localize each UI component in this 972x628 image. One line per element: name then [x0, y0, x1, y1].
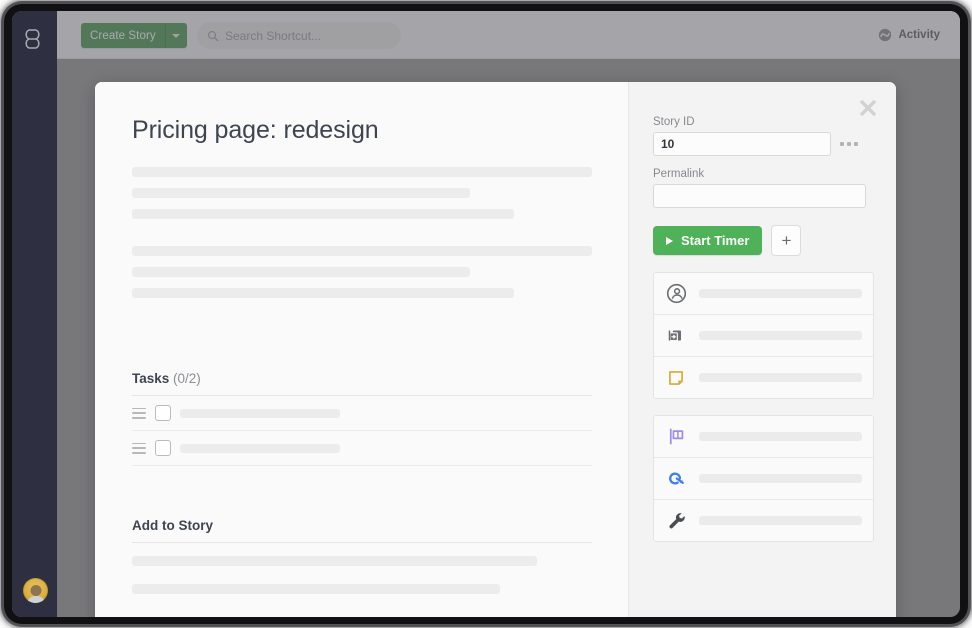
spacer — [132, 466, 592, 518]
start-timer-label: Start Timer — [681, 233, 749, 248]
left-sidebar — [12, 11, 57, 617]
page-title: Pricing page: redesign — [132, 116, 592, 145]
more-options-icon[interactable] — [840, 138, 858, 150]
spacer — [132, 309, 592, 371]
description-skeleton-block-2 — [132, 246, 592, 298]
story-id-input[interactable]: 10 — [653, 132, 831, 156]
property-group-2 — [653, 415, 874, 542]
property-skeleton — [699, 516, 862, 525]
screenshot-root: Create Story Search Shortcut... Acti — [0, 0, 972, 628]
skeleton-line — [132, 167, 592, 177]
property-row-skill[interactable] — [654, 500, 873, 541]
task-row[interactable] — [132, 396, 592, 431]
property-skeleton — [699, 331, 862, 340]
epic-flag-icon — [665, 426, 687, 448]
property-skeleton — [699, 373, 862, 382]
task-checkbox[interactable] — [155, 405, 171, 421]
add-timer-button[interactable]: + — [771, 225, 801, 256]
start-timer-button[interactable]: Start Timer — [653, 226, 762, 255]
avatar-face — [30, 585, 41, 596]
drag-handle-icon[interactable] — [132, 443, 146, 454]
property-skeleton — [699, 432, 862, 441]
iteration-icon — [665, 468, 687, 490]
skeleton-line — [132, 188, 470, 198]
permalink-input[interactable] — [653, 184, 866, 208]
skeleton-line — [132, 209, 514, 219]
add-to-story-heading: Add to Story — [132, 518, 592, 533]
task-checkbox[interactable] — [155, 440, 171, 456]
task-skeleton-text — [180, 409, 340, 418]
tasks-heading: Tasks (0/2) — [132, 371, 592, 386]
property-skeleton — [699, 474, 862, 483]
timer-controls: Start Timer + — [653, 225, 874, 256]
property-row-owners[interactable] — [654, 273, 873, 315]
task-row[interactable] — [132, 431, 592, 466]
story-detail-modal: Pricing page: redesign Tasks (0/2) — [95, 82, 896, 617]
story-type-icon — [665, 367, 687, 389]
skeleton-line — [132, 267, 470, 277]
story-properties-pane: Story ID 10 Permalink Start Timer + — [628, 82, 896, 617]
close-icon[interactable] — [858, 98, 878, 118]
property-row-epic[interactable] — [654, 416, 873, 458]
shortcut-logo[interactable] — [23, 26, 47, 52]
workflow-state-icon — [665, 325, 687, 347]
tasks-heading-label: Tasks — [132, 371, 169, 386]
skill-wrench-icon — [665, 510, 687, 532]
description-skeleton-block-1 — [132, 167, 592, 219]
permalink-label: Permalink — [653, 168, 874, 180]
tasks-count: (0/2) — [173, 371, 201, 386]
story-id-row: 10 — [653, 132, 874, 156]
skeleton-line — [132, 288, 514, 298]
property-group-1 — [653, 272, 874, 399]
task-skeleton-text — [180, 444, 340, 453]
property-skeleton — [699, 289, 862, 298]
property-row-story-type[interactable] — [654, 357, 873, 398]
skeleton-line — [132, 246, 592, 256]
skeleton-line — [132, 584, 500, 594]
story-main-pane: Pricing page: redesign Tasks (0/2) — [95, 82, 628, 617]
property-row-iteration[interactable] — [654, 458, 873, 500]
property-row-workflow-state[interactable] — [654, 315, 873, 357]
device-screen: Create Story Search Shortcut... Acti — [12, 11, 960, 617]
owners-icon — [665, 283, 687, 305]
skeleton-spacer — [132, 230, 592, 246]
play-icon — [666, 237, 673, 245]
user-avatar[interactable] — [23, 578, 48, 603]
skeleton-line — [132, 556, 537, 566]
avatar-shoulders — [26, 596, 45, 603]
story-id-label: Story ID — [653, 116, 874, 128]
drag-handle-icon[interactable] — [132, 408, 146, 419]
